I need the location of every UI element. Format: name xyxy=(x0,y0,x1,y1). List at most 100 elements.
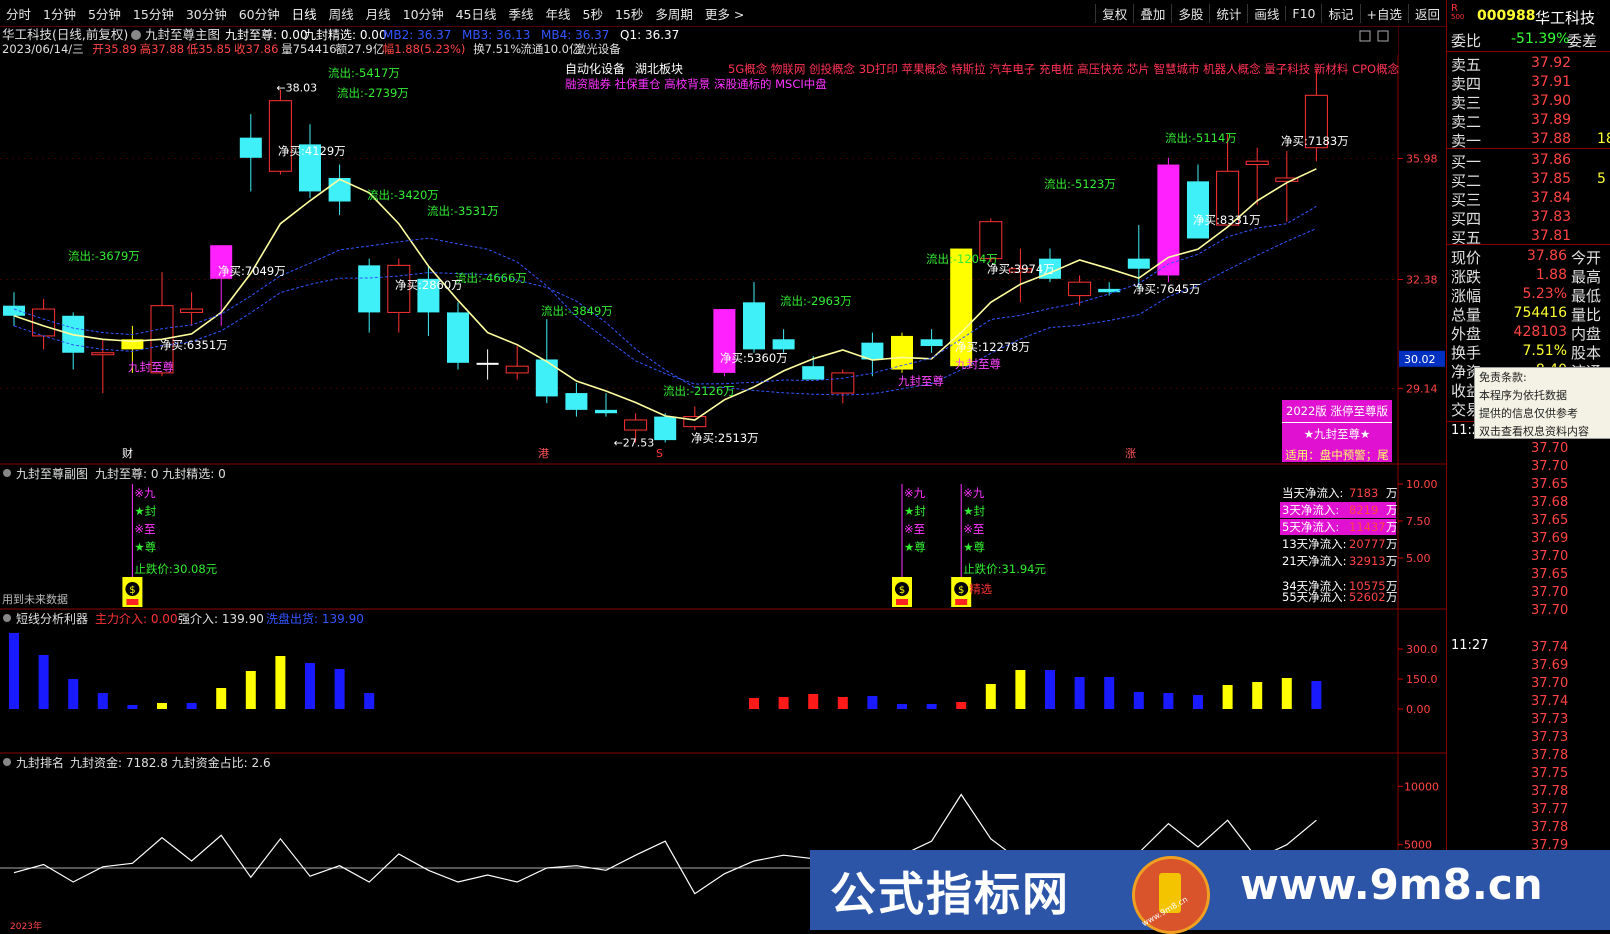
chart-annotation-2: 流出:-2739万 xyxy=(337,86,409,100)
tick-price-b-9: 37.77 xyxy=(1531,802,1569,817)
stat-value-2: 5.23% xyxy=(1522,286,1567,302)
candle-body xyxy=(1127,258,1150,269)
candle-body xyxy=(3,305,25,316)
sub2-bar xyxy=(9,633,19,709)
sub2-axis-0: 300.0 xyxy=(1406,643,1438,656)
price-label-2: 29.14 xyxy=(1406,382,1438,395)
chart-annotation-22: 净买:7183万 xyxy=(1281,134,1349,148)
sub2-bar xyxy=(245,671,256,709)
sub1-axis-0: 10.00 xyxy=(1406,478,1438,491)
chart-annotation-12: 净买:6351万 xyxy=(160,338,228,352)
stat-label2-2: 最低 xyxy=(1571,287,1602,305)
ohlc-8: 换7.51% xyxy=(473,42,521,56)
toolbar-button-7[interactable]: +自选 xyxy=(1359,3,1408,23)
toolbar-button-3[interactable]: 统计 xyxy=(1209,3,1247,23)
stat-label2-1: 最高 xyxy=(1571,268,1602,286)
sub1-menu-icon[interactable] xyxy=(3,469,11,477)
sub3-title: 九封排名 xyxy=(16,755,64,770)
period-tab-11[interactable]: 季线 xyxy=(503,4,540,23)
sub1-bag-seal xyxy=(896,599,908,605)
tick-time-2: 11:27 xyxy=(1451,638,1489,653)
sub3-menu-icon[interactable] xyxy=(3,758,11,766)
sub2-bar xyxy=(867,696,878,709)
period-tab-3[interactable]: 15分钟 xyxy=(127,4,180,23)
moving-average-line-1 xyxy=(13,205,1317,385)
sub1-flow-label-3: 13天净流入: xyxy=(1282,537,1347,551)
quote-divider-1 xyxy=(1447,51,1610,52)
period-tab-15[interactable]: 多周期 xyxy=(649,4,699,23)
sub1-flow-value-6: 52602 xyxy=(1349,590,1386,604)
period-tab-13[interactable]: 5秒 xyxy=(577,4,609,23)
period-tab-9[interactable]: 10分钟 xyxy=(397,4,450,23)
chart-area[interactable]: 华工科技(日线,前复权) 九封至尊主图 九封至尊: 0.00九封精选: 0.00MB… xyxy=(0,27,1446,930)
disclaimer-popup[interactable]: 免责条款: 本程序为依托数据 提供的信息仅供参考 双击查看权息资料内容 xyxy=(1474,367,1610,439)
sub1-flow-value-3: 20777 xyxy=(1349,537,1386,551)
candle-body xyxy=(447,312,469,363)
toolbar-button-6[interactable]: 标记 xyxy=(1321,3,1359,23)
bid-price-0: 37.86 xyxy=(1531,152,1572,168)
period-tab-4[interactable]: 30分钟 xyxy=(180,4,233,23)
candle-body xyxy=(683,416,707,428)
tick-price-b-5: 37.73 xyxy=(1531,730,1569,745)
period-tab-8[interactable]: 月线 xyxy=(360,4,397,23)
bid-price-3: 37.83 xyxy=(1531,209,1572,225)
period-tab-5[interactable]: 60分钟 xyxy=(233,4,286,23)
candle-body xyxy=(831,372,855,394)
stat-label2-4: 内盘 xyxy=(1571,325,1602,343)
sub1-flow-unit-2: 万 xyxy=(1386,520,1398,534)
ohlc-7: 幅1.88(5.23%) xyxy=(383,42,466,56)
indicator-menu-icon[interactable] xyxy=(131,30,141,40)
sub2-value-3: 洗盘出货: 139.90 xyxy=(266,611,364,626)
sub2-bar xyxy=(1193,695,1203,709)
sub1-bag-glyph: $ xyxy=(899,585,905,596)
event-marker-1: 港 xyxy=(538,447,549,460)
period-tab-12[interactable]: 年线 xyxy=(540,4,577,23)
toolbar-button-0[interactable]: 复权 xyxy=(1095,3,1133,23)
sub1-bag-glyph: $ xyxy=(958,585,964,596)
toolbar-button-4[interactable]: 画线 xyxy=(1247,3,1285,23)
period-tab-2[interactable]: 5分钟 xyxy=(82,4,127,23)
ask-price-4: 37.88 xyxy=(1531,131,1572,147)
sub1-flow-unit-0: 万 xyxy=(1386,486,1398,500)
period-toolbar: 分时 1分钟 5分钟 15分钟 30分钟 60分钟 日线 周线 月线 10分钟 45日线 季线 年线 5秒… xyxy=(0,0,1446,27)
stat-label-5: 换手 xyxy=(1451,344,1482,362)
ask-price-2: 37.90 xyxy=(1531,93,1572,109)
bid-volume-1: 5 xyxy=(1597,171,1606,187)
sub1-flow-value-4: 32913 xyxy=(1349,554,1386,568)
period-tab-6[interactable]: 日线 xyxy=(286,4,323,23)
toolbar-right-buttons: 复权 叠加 多股 统计 画线 F10 标记 +自选 返回 xyxy=(1095,0,1446,26)
tick-price-a-5: 37.69 xyxy=(1531,531,1569,546)
sub1-signal-char: ※九 xyxy=(963,486,985,500)
sub1-flow-unit-4: 万 xyxy=(1386,554,1398,568)
tick-price-a-0: 37.70 xyxy=(1531,441,1569,456)
sub2-bar xyxy=(956,702,967,709)
candle-body xyxy=(743,302,765,350)
chart-annotation-14: 净买:4129万 xyxy=(278,144,346,158)
sector-1: 自动化设备 xyxy=(565,62,625,76)
chart-annotation-10: 流出:-5123万 xyxy=(1044,177,1116,191)
toolbar-button-5[interactable]: F10 xyxy=(1285,5,1321,21)
quote-divider-2 xyxy=(1447,148,1610,149)
sub1-signal-char: ※九 xyxy=(134,486,156,500)
period-tab-1[interactable]: 1分钟 xyxy=(37,4,82,23)
ohlc-6: 额27.9亿 xyxy=(336,42,385,56)
period-tab-10[interactable]: 45日线 xyxy=(450,4,503,23)
period-tab-7[interactable]: 周线 xyxy=(323,4,360,23)
candle-body xyxy=(772,339,795,350)
tick-price-b-2: 37.70 xyxy=(1531,676,1569,691)
sub2-title: 短线分析利器 xyxy=(16,612,88,626)
period-tab-14[interactable]: 15秒 xyxy=(609,4,649,23)
toolbar-button-2[interactable]: 多股 xyxy=(1171,3,1209,23)
period-tab-16[interactable]: 更多 > xyxy=(699,4,750,23)
sub1-signal-char: ※至 xyxy=(963,522,984,536)
sub1-flow-unit-3: 万 xyxy=(1386,537,1398,551)
sub2-menu-icon[interactable] xyxy=(3,614,11,622)
sub1-signal-char: ※九 xyxy=(904,486,926,500)
quote-panel: R 500 000988 华工科技 委比 -51.39% 委差 卖五 37.92 卖四 37.91 卖… xyxy=(1446,0,1610,930)
ask-volume-4: 18 xyxy=(1597,131,1610,147)
period-tab-0[interactable]: 分时 xyxy=(0,4,37,23)
sub1-signal-char: ★封 xyxy=(134,504,156,518)
toolbar-button-1[interactable]: 叠加 xyxy=(1133,3,1171,23)
chart-annotation-25: 九封至尊 xyxy=(955,357,1001,371)
toolbar-button-8[interactable]: 返回 xyxy=(1407,3,1446,23)
